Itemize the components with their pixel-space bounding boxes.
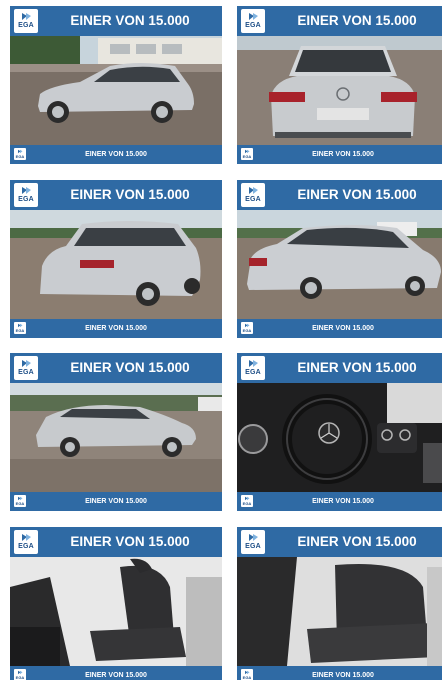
gallery-tile-5[interactable]: EGA EINER VON 15.000 EGA EINER VON 15.00…	[10, 353, 222, 511]
gallery-tile-8[interactable]: EGA EINER VON 15.000 EGA EINER VON 15.00…	[237, 527, 442, 680]
tile-footer: EGA EINER VON 15.000	[237, 666, 442, 680]
ega-logo-icon: EGA	[14, 183, 38, 207]
ega-logo-small-icon: EGA	[241, 669, 253, 680]
tile-footer-text: EINER VON 15.000	[312, 498, 374, 505]
ega-logo-icon: EGA	[241, 530, 265, 554]
ega-logo-small-icon: EGA	[241, 148, 253, 160]
car-photo	[10, 557, 222, 666]
car-photo	[237, 36, 442, 145]
ega-logo-icon: EGA	[14, 356, 38, 380]
tile-footer-text: EINER VON 15.000	[312, 672, 374, 679]
gallery-tile-7[interactable]: EGA EINER VON 15.000 EGA EINER VON 15.00…	[10, 527, 222, 680]
tile-header: EGA EINER VON 15.000	[237, 527, 442, 557]
car-photo	[10, 383, 222, 492]
car-photo	[237, 383, 442, 492]
tile-header: EGA EINER VON 15.000	[10, 527, 222, 557]
tile-header: EGA EINER VON 15.000	[237, 180, 442, 210]
tile-headline: EINER VON 15.000	[70, 534, 190, 549]
tile-header: EGA EINER VON 15.000	[10, 180, 222, 210]
tile-footer: EGA EINER VON 15.000	[10, 492, 222, 511]
tile-footer-text: EINER VON 15.000	[312, 325, 374, 332]
car-photo	[237, 557, 442, 666]
tile-footer: EGA EINER VON 15.000	[10, 319, 222, 338]
tile-footer-text: EINER VON 15.000	[85, 151, 147, 158]
tile-footer: EGA EINER VON 15.000	[10, 145, 222, 164]
gallery-tile-2[interactable]: EGA EINER VON 15.000 EGA EINER VON 15.00…	[237, 6, 442, 164]
ega-logo-icon: EGA	[241, 183, 265, 207]
ega-logo-icon: EGA	[14, 530, 38, 554]
gallery-tile-6[interactable]: EGA EINER VON 15.000 EGA EINER VON 15.00…	[237, 353, 442, 511]
tile-footer-text: EINER VON 15.000	[85, 498, 147, 505]
tile-headline: EINER VON 15.000	[70, 13, 190, 28]
tile-headline: EINER VON 15.000	[297, 360, 417, 375]
tile-footer: EGA EINER VON 15.000	[10, 666, 222, 680]
tile-headline: EINER VON 15.000	[70, 360, 190, 375]
tile-headline: EINER VON 15.000	[297, 13, 417, 28]
tile-footer: EGA EINER VON 15.000	[237, 492, 442, 511]
tile-header: EGA EINER VON 15.000	[10, 6, 222, 36]
tile-footer-text: EINER VON 15.000	[85, 672, 147, 679]
car-photo	[10, 210, 222, 319]
tile-footer: EGA EINER VON 15.000	[237, 319, 442, 338]
tile-footer-text: EINER VON 15.000	[312, 151, 374, 158]
ega-logo-small-icon: EGA	[241, 495, 253, 507]
tile-header: EGA EINER VON 15.000	[10, 353, 222, 383]
car-photo	[10, 36, 222, 145]
ega-logo-icon: EGA	[241, 356, 265, 380]
ega-logo-small-icon: EGA	[14, 148, 26, 160]
ega-logo-small-icon: EGA	[241, 322, 253, 334]
gallery-tile-1[interactable]: EGA EINER VON 15.000 EGA EINER VON 15.00…	[10, 6, 222, 164]
tile-headline: EINER VON 15.000	[297, 187, 417, 202]
ega-logo-icon: EGA	[14, 9, 38, 33]
ega-logo-small-icon: EGA	[14, 322, 26, 334]
gallery-tile-4[interactable]: EGA EINER VON 15.000 EGA EINER VON 15.00…	[237, 180, 442, 338]
tile-headline: EINER VON 15.000	[297, 534, 417, 549]
tile-footer-text: EINER VON 15.000	[85, 325, 147, 332]
car-photo	[237, 210, 442, 319]
tile-header: EGA EINER VON 15.000	[237, 6, 442, 36]
tile-footer: EGA EINER VON 15.000	[237, 145, 442, 164]
ega-logo-small-icon: EGA	[14, 669, 26, 680]
gallery-tile-3[interactable]: EGA EINER VON 15.000 EGA EINER VON 15.00…	[10, 180, 222, 338]
ega-logo-icon: EGA	[241, 9, 265, 33]
tile-headline: EINER VON 15.000	[70, 187, 190, 202]
photo-gallery-grid: EGA EINER VON 15.000 EGA EINER VON 15.00…	[0, 0, 442, 680]
tile-header: EGA EINER VON 15.000	[237, 353, 442, 383]
ega-logo-small-icon: EGA	[14, 495, 26, 507]
